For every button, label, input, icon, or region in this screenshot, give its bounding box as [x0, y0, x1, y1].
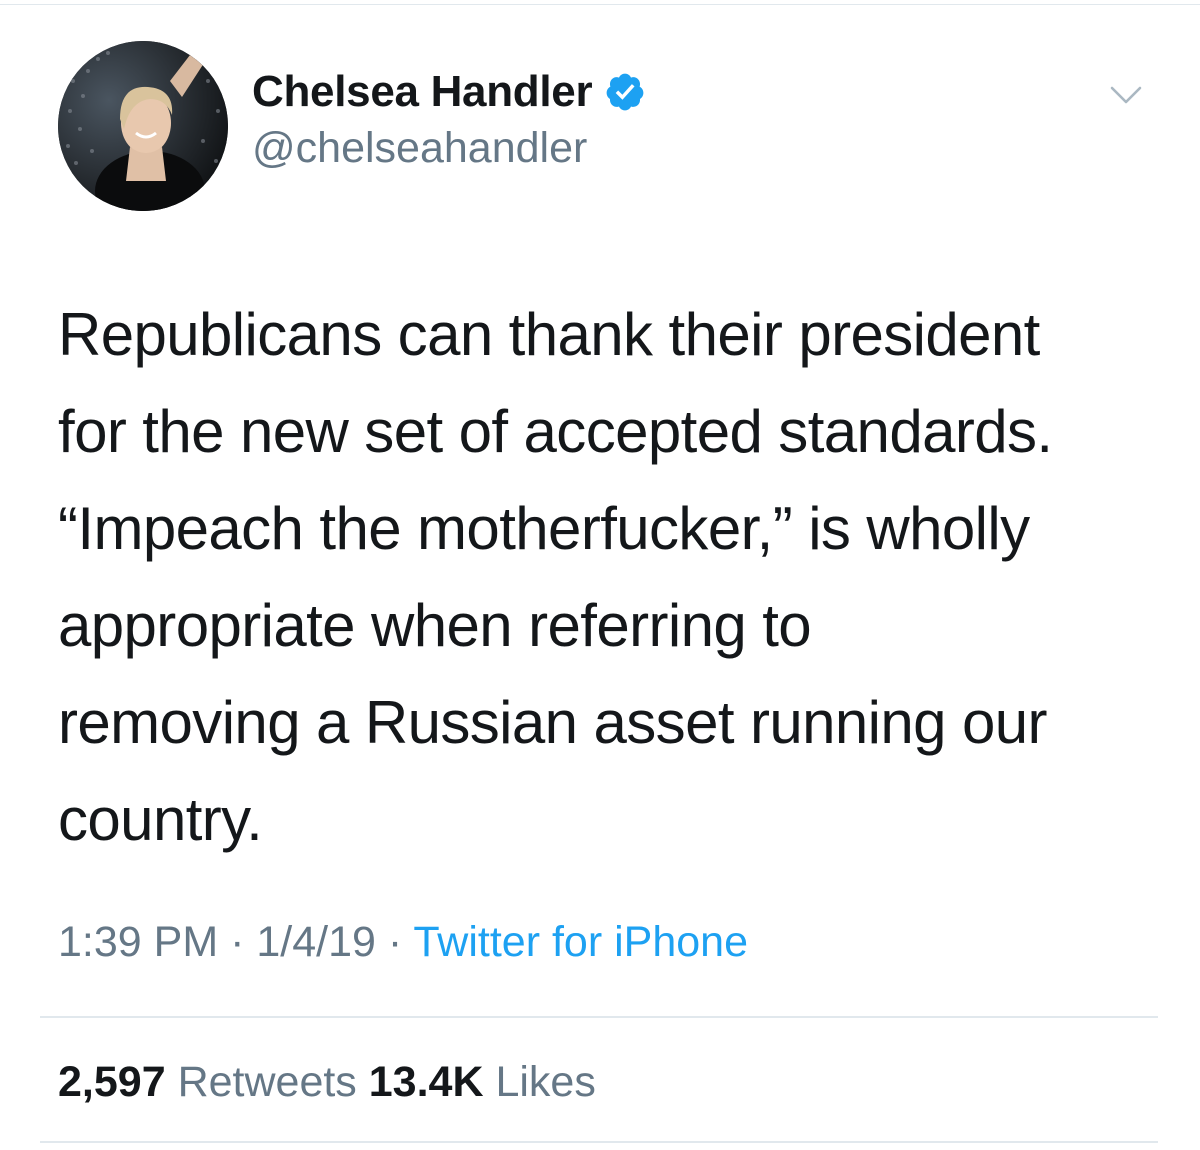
avatar-photo: [58, 41, 228, 211]
tweet-stats: 2,597 Retweets 13.4K Likes: [58, 1052, 596, 1112]
likes-count: 13.4K: [368, 1058, 484, 1106]
tweet-source-link[interactable]: Twitter for iPhone: [413, 918, 748, 966]
likes-label: Likes: [495, 1058, 596, 1106]
tweet-line: for the new set of accepted standards.: [58, 398, 1053, 465]
stats-divider-top: [40, 1016, 1158, 1018]
avatar[interactable]: [58, 41, 228, 211]
tweet-line: country.: [58, 786, 263, 853]
tweet-line: appropriate when referring to: [58, 592, 812, 659]
chevron-down-icon[interactable]: [1106, 80, 1146, 110]
tweet-line: Republicans can thank their president: [58, 301, 1040, 368]
verified-badge-icon: [604, 71, 646, 113]
meta-separator: ·: [230, 918, 245, 966]
retweets-label: Retweets: [177, 1058, 357, 1106]
user-handle[interactable]: @chelseahandler: [252, 124, 587, 173]
meta-separator: ·: [387, 918, 403, 966]
author-name-row: Chelsea Handler: [252, 64, 646, 120]
tweet-time[interactable]: 1:39 PM: [58, 918, 218, 966]
tweet-line: “Impeach the motherfucker,” is wholly: [58, 495, 1030, 562]
tweet-line: removing a Russian asset running our: [58, 689, 1048, 756]
display-name[interactable]: Chelsea Handler: [252, 67, 593, 117]
retweets-count: 2,597: [58, 1058, 166, 1106]
stats-divider-bottom: [40, 1141, 1158, 1143]
tweet-metadata: 1:39 PM · 1/4/19 · Twitter for iPhone: [58, 912, 748, 972]
top-divider: [0, 4, 1200, 5]
tweet-date[interactable]: 1/4/19: [256, 918, 376, 966]
tweet-text: Republicans can thank their president fo…: [58, 286, 1168, 868]
retweets-stat[interactable]: 2,597 Retweets: [58, 1058, 357, 1106]
likes-stat[interactable]: 13.4K Likes: [369, 1058, 596, 1106]
